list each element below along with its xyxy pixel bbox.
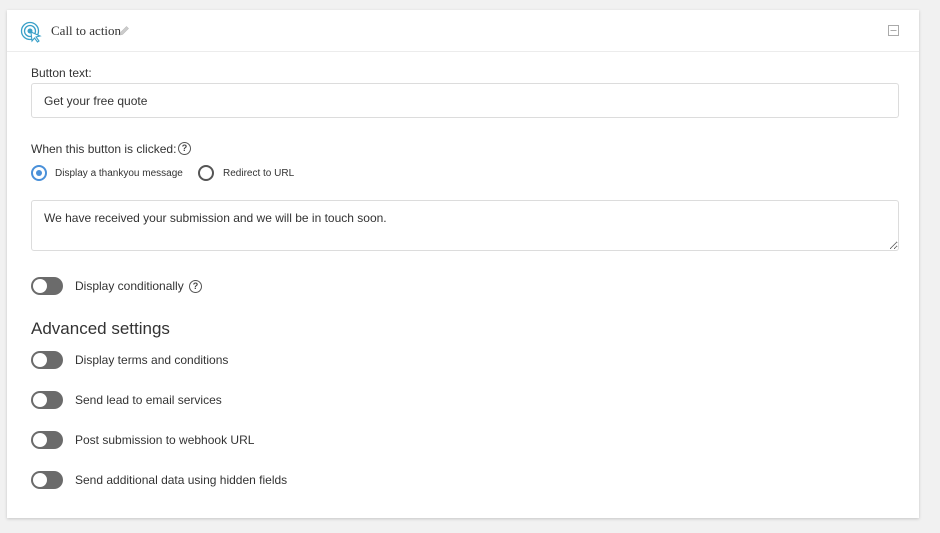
- email-services-toggle[interactable]: [31, 391, 63, 409]
- display-conditionally-toggle[interactable]: [31, 277, 63, 295]
- hidden-fields-toggle-label: Send additional data using hidden fields: [75, 473, 288, 487]
- radio-redirect-label[interactable]: Redirect to URL: [223, 168, 294, 179]
- radio-redirect[interactable]: [198, 165, 214, 181]
- on-click-label: When this button is clicked:: [31, 142, 177, 156]
- thankyou-message-textarea[interactable]: We have received your submission and we …: [31, 200, 899, 251]
- target-click-icon: [20, 21, 42, 43]
- collapse-icon[interactable]: [888, 25, 899, 36]
- display-conditionally-label: Display conditionally: [75, 279, 184, 293]
- help-icon[interactable]: ?: [189, 280, 202, 293]
- help-icon[interactable]: ?: [178, 142, 191, 155]
- button-text-input[interactable]: [31, 83, 899, 118]
- terms-toggle-label: Display terms and conditions: [75, 353, 229, 367]
- terms-toggle[interactable]: [31, 351, 63, 369]
- webhook-toggle-label: Post submission to webhook URL: [75, 433, 255, 447]
- panel-header: Call to action: [7, 10, 919, 52]
- webhook-toggle[interactable]: [31, 431, 63, 449]
- pencil-icon[interactable]: [118, 25, 130, 37]
- radio-thankyou-label[interactable]: Display a thankyou message: [55, 168, 183, 179]
- panel-title: Call to action: [51, 23, 122, 38]
- advanced-settings-title: Advanced settings: [31, 319, 170, 338]
- email-services-toggle-label: Send lead to email services: [75, 393, 222, 407]
- hidden-fields-toggle[interactable]: [31, 471, 63, 489]
- button-text-label: Button text:: [31, 66, 92, 80]
- call-to-action-panel: Call to action Button text: When this bu…: [7, 10, 919, 518]
- radio-thankyou[interactable]: [31, 165, 47, 181]
